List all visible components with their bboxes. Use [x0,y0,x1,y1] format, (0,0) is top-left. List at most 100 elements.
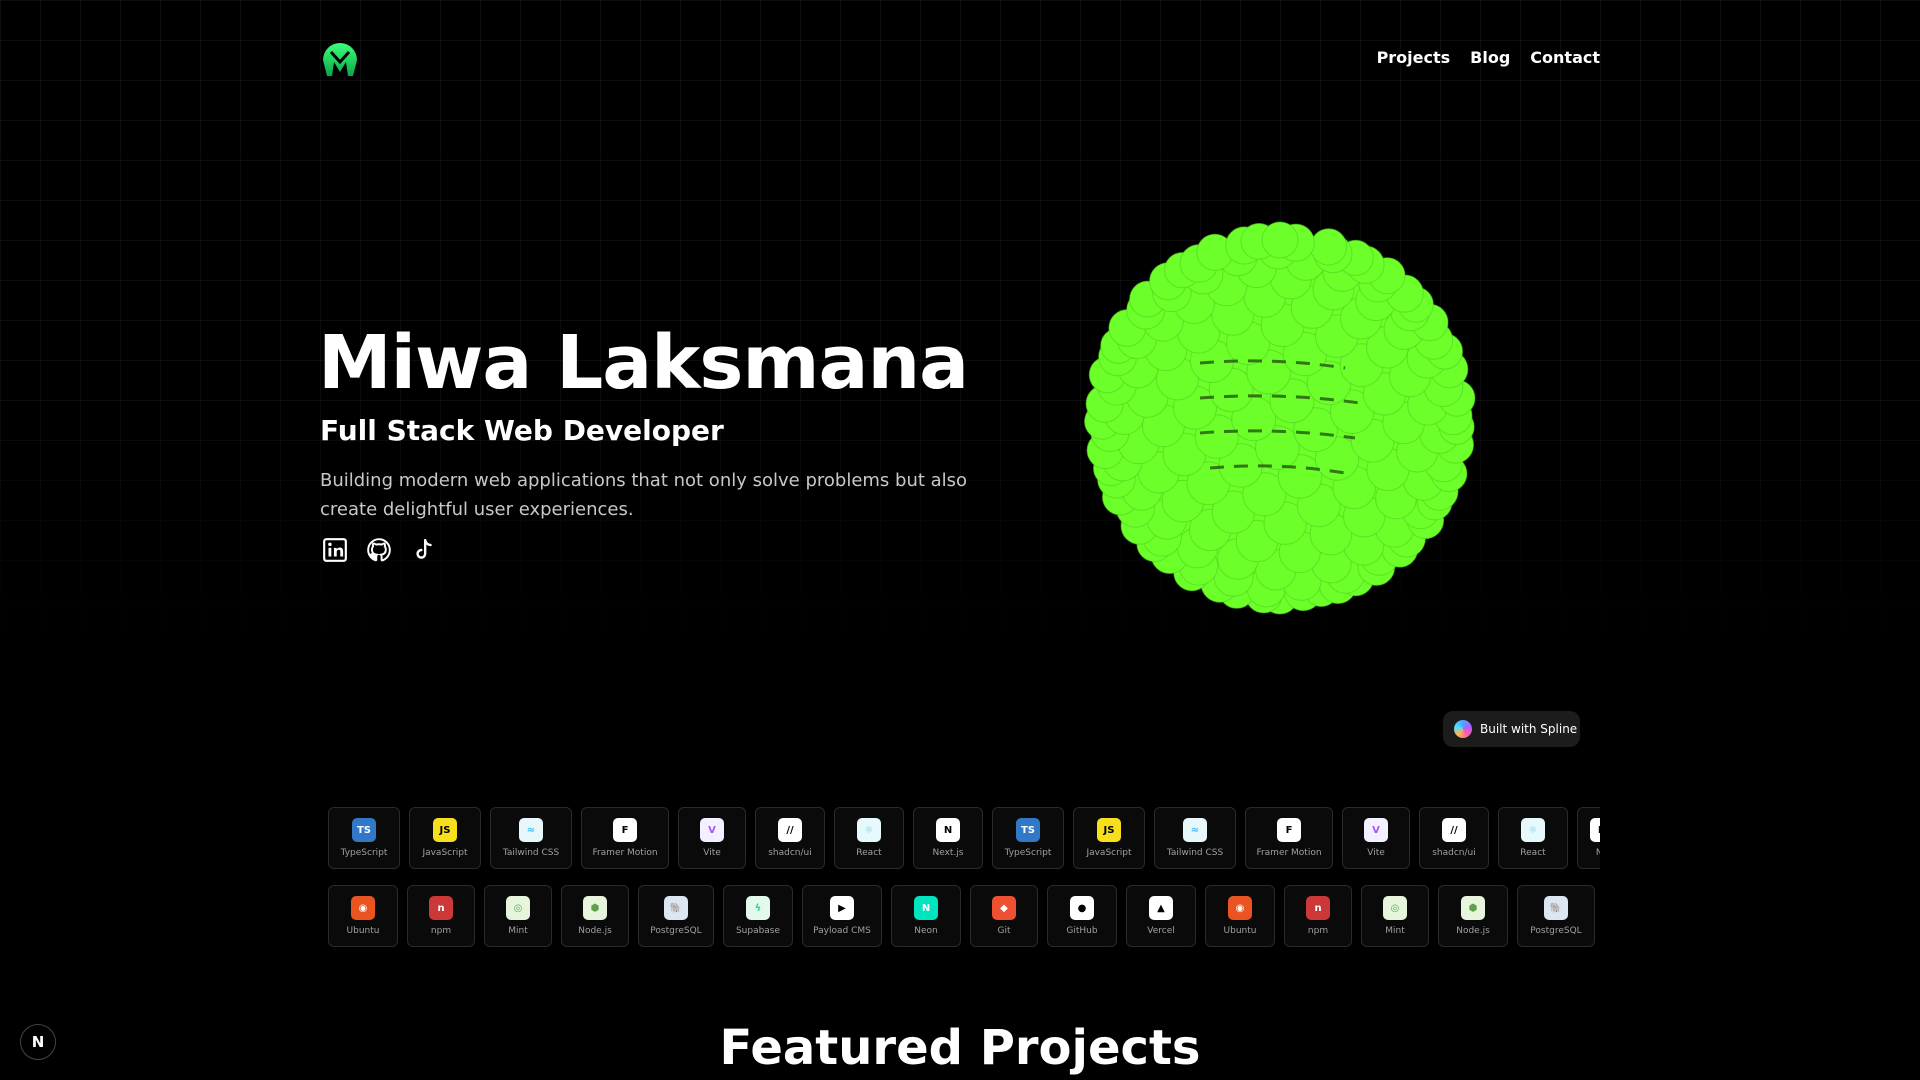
ubuntu-icon: ◉ [1228,896,1252,920]
tech-chip: ● GitHub [1047,885,1117,947]
tech-chip-label: Neon [914,926,938,936]
tech-chip-label: Git [997,926,1011,936]
nodejs-icon: ⬢ [1461,896,1485,920]
nextjs-icon: N [936,818,960,842]
tech-chip: ϟ Supabase [723,885,793,947]
tech-chip-label: Ne [1595,848,1600,858]
tech-chip: N Neon [891,885,961,947]
typescript-icon: TS [352,818,376,842]
tech-chip: ◎ Mint [484,885,552,947]
tech-chip-label: JavaScript [1086,848,1132,858]
tech-chip-label: TypeScript [1004,848,1052,858]
tech-chip-label: shadcn/ui [768,848,812,858]
nav-projects-link[interactable]: Projects [1377,48,1451,67]
react-icon: ⚛ [1521,818,1545,842]
tech-chip: ≈ Tailwind CSS [490,807,572,869]
tailwind-icon: ≈ [519,818,543,842]
npm-icon: n [1306,896,1330,920]
nav-contact-link[interactable]: Contact [1530,48,1600,67]
payload-cms-icon: ▶ [830,896,854,920]
tech-chip: TS TypeScript [328,807,400,869]
git-icon: ◆ [992,896,1016,920]
tech-chip-label: JavaScript [422,848,468,858]
tech-chip: ⬢ Node.js [561,885,629,947]
tech-chip: ⚛ React [1498,807,1568,869]
hero-description: Building modern web applications that no… [320,470,968,520]
tech-chip: ◉ Ubuntu [1205,885,1275,947]
tech-stack-row-frontend: TS TypeScript JS JavaScript ≈ Tailwind CSS F Fr… [320,807,1600,871]
vite-icon: V [700,818,724,842]
tech-chip-label: Tailwind CSS [502,848,560,858]
neon-icon: N [914,896,938,920]
tech-chip-label: Vercel [1147,926,1175,936]
react-icon: ⚛ [857,818,881,842]
javascript-icon: JS [1097,818,1121,842]
tech-chip: 🐘 PostgreSQL [638,885,714,947]
linkedin-icon[interactable] [320,535,350,565]
tech-chip-label: Payload CMS [813,926,871,936]
tech-chip: // shadcn/ui [1419,807,1489,869]
spline-logo-icon [1454,720,1472,738]
tech-chip-label: Mint [508,926,528,936]
nextjs-dev-indicator-label: N [31,1033,45,1051]
vercel-icon: ▲ [1149,896,1173,920]
tech-chip: ≈ Tailwind CSS [1154,807,1236,869]
tech-stack-row-backend: ◉ Ubuntu n npm ◎ Mint ⬢ Node.js 🐘 PostgreSQL ϟ Supa… [320,885,1600,949]
tech-chip-label: Next.js [932,848,964,858]
tech-chip-label: Tailwind CSS [1166,848,1224,858]
tech-chip-label: Ubuntu [346,926,380,936]
tailwind-icon: ≈ [1183,818,1207,842]
m-logo-icon[interactable] [320,40,360,80]
tech-chip: ⬢ Node.js [1438,885,1508,947]
tech-chip: ⚛ React [834,807,904,869]
npm-icon: n [429,896,453,920]
nextjs-icon: N [1590,818,1600,842]
tech-chip: 🐘 PostgreSQL [1517,885,1595,947]
github-icon[interactable] [364,535,394,565]
framer-motion-icon: F [613,818,637,842]
tiktok-icon[interactable] [408,535,438,565]
mint-icon: ◎ [506,896,530,920]
tech-chip-label: React [1520,848,1546,858]
tech-chip-label: Vite [1367,848,1385,858]
tech-chip: JS JavaScript [409,807,481,869]
tech-chip-label: npm [430,926,452,936]
tech-chip: ▶ Payload CMS [802,885,882,947]
tech-chip-label: npm [1307,926,1329,936]
tech-chip-label: PostgreSQL [650,926,702,936]
tech-chip-label: Framer Motion [1256,848,1322,858]
typescript-icon: TS [1016,818,1040,842]
featured-projects-title: Featured Projects [719,1020,1201,1076]
hero-name: Miwa Laksmana [318,320,969,406]
tech-chip: JS JavaScript [1073,807,1145,869]
tech-chip: ◎ Mint [1361,885,1429,947]
built-with-spline-button[interactable]: Built with Spline [1443,711,1580,747]
social-links [320,535,438,565]
tech-chip: TS TypeScript [992,807,1064,869]
nextjs-dev-indicator-button[interactable]: N [20,1024,56,1060]
tech-chip-label: Supabase [735,926,781,936]
tech-chip: F Framer Motion [1245,807,1333,869]
tech-chip: n npm [407,885,475,947]
main-nav: Projects Blog Contact [1377,48,1600,67]
tech-chip-label: Node.js [1456,926,1490,936]
shadcn-icon: // [1442,818,1466,842]
tech-chip-label: Vite [703,848,721,858]
shadcn-icon: // [778,818,802,842]
tech-chip: N Ne [1577,807,1600,869]
tech-chip-label: TypeScript [340,848,388,858]
github-icon: ● [1070,896,1094,920]
tech-chip: N Next.js [913,807,983,869]
vite-icon: V [1364,818,1388,842]
tech-chip-label: React [856,848,882,858]
tech-chip: V Vite [678,807,746,869]
tech-chip-label: shadcn/ui [1432,848,1476,858]
tech-chip-label: Framer Motion [592,848,658,858]
postgresql-icon: 🐘 [664,896,688,920]
ubuntu-icon: ◉ [351,896,375,920]
spline-sphere-graphic[interactable] [1080,218,1480,618]
framer-motion-icon: F [1277,818,1301,842]
nav-blog-link[interactable]: Blog [1470,48,1510,67]
nodejs-icon: ⬢ [583,896,607,920]
tech-chip: ▲ Vercel [1126,885,1196,947]
